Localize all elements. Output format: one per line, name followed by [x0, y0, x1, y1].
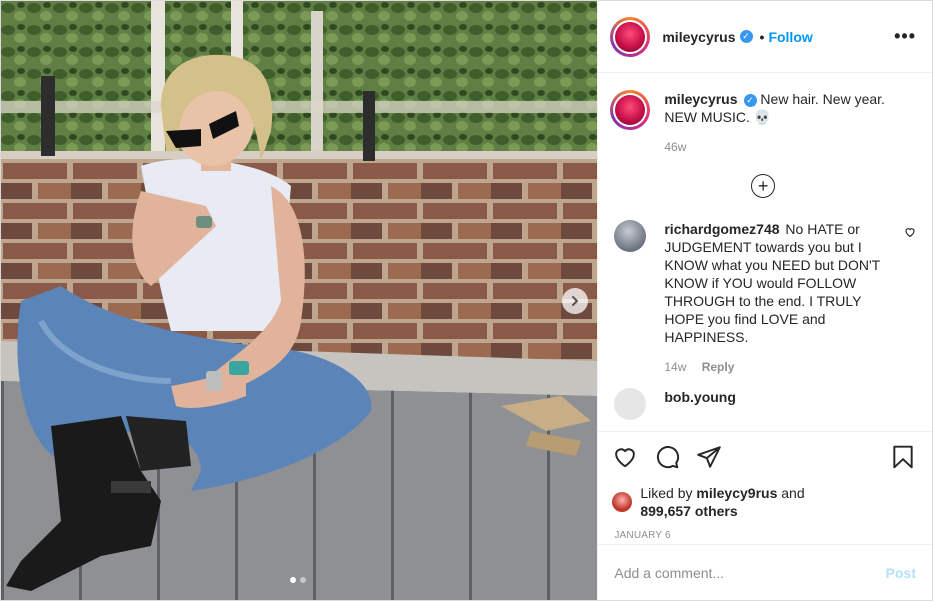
photo-scene [1, 1, 598, 600]
next-photo-button[interactable] [562, 288, 588, 314]
carousel-dot-active [290, 577, 296, 583]
likes-others-count[interactable]: 899,657 others [640, 503, 737, 519]
comment-button[interactable] [654, 444, 680, 470]
commenter-avatar[interactable] [614, 220, 647, 252]
post-comment-button[interactable]: Post [886, 565, 916, 581]
comment-text-block: richardgomez748 No HATE or JUDGEMENT tow… [664, 220, 894, 346]
comment-text: No HATE or JUDGEMENT towards you but I K… [664, 221, 880, 345]
comments-section[interactable]: mileycyrus ✓ New hair. New year. NEW MUSI… [598, 74, 932, 431]
post-details-panel: mileycyrus ✓ • Follow ••• mileycyrus ✓ Ne… [597, 1, 932, 600]
more-options-icon[interactable]: ••• [894, 26, 916, 47]
likes-summary: Liked by mileycy9rus and 899,657 others [612, 484, 916, 520]
reply-button[interactable]: Reply [702, 360, 735, 374]
likes-text: Liked by mileycy9rus and 899,657 others [640, 484, 804, 520]
load-more-comments: + [610, 174, 916, 198]
carousel-indicator [290, 577, 306, 583]
comment-meta: 14w Reply [664, 360, 894, 374]
comment-bubble-icon [657, 446, 680, 469]
heart-icon[interactable] [904, 226, 916, 238]
comment-username[interactable]: bob.young [664, 389, 736, 405]
liker-avatar[interactable] [612, 492, 633, 512]
add-comment-input[interactable] [614, 564, 886, 581]
liker-username[interactable]: mileycy9rus [696, 485, 777, 501]
likes-prefix: Liked by [640, 485, 693, 501]
post-photo[interactable] [1, 1, 598, 600]
add-comment-bar: Post [598, 544, 932, 600]
instagram-post: mileycyrus ✓ • Follow ••• mileycyrus ✓ Ne… [0, 0, 933, 601]
heart-icon [615, 448, 636, 468]
post-actions: Liked by mileycy9rus and 899,657 others … [598, 431, 932, 541]
follow-button[interactable]: Follow [768, 29, 812, 45]
comment-age[interactable]: 14w [664, 360, 686, 374]
verified-badge-icon: ✓ [739, 30, 753, 43]
save-button[interactable] [890, 444, 916, 470]
carousel-dot [300, 577, 306, 583]
author-avatar[interactable] [610, 16, 651, 57]
likes-conjunction: and [781, 485, 805, 501]
like-button[interactable] [612, 444, 638, 470]
comment-username[interactable]: richardgomez748 [664, 221, 779, 237]
action-icons [612, 442, 916, 472]
share-button[interactable] [696, 444, 722, 470]
author-username[interactable]: mileycyrus [662, 29, 735, 45]
caption-text-block: mileycyrus ✓ New hair. New year. NEW MUSI… [664, 90, 916, 126]
caption: mileycyrus ✓ New hair. New year. NEW MUSI… [610, 90, 916, 154]
comment: bob.young [610, 388, 916, 420]
comment: richardgomez748 No HATE or JUDGEMENT tow… [610, 220, 916, 374]
caption-meta: 46w [664, 140, 916, 154]
post-header: mileycyrus ✓ • Follow ••• [598, 1, 932, 73]
caption-username[interactable]: mileycyrus [664, 91, 737, 107]
paper-plane-icon [697, 446, 722, 468]
chevron-right-icon [572, 296, 578, 306]
post-date[interactable]: JANUARY 6 [614, 530, 916, 541]
commenter-avatar[interactable] [614, 388, 647, 420]
header-separator: • [759, 28, 765, 45]
verified-badge-icon: ✓ [743, 93, 757, 107]
caption-avatar[interactable] [610, 90, 651, 130]
bookmark-icon [893, 445, 913, 469]
load-more-comments-button[interactable]: + [751, 174, 776, 198]
caption-age[interactable]: 46w [664, 140, 686, 154]
